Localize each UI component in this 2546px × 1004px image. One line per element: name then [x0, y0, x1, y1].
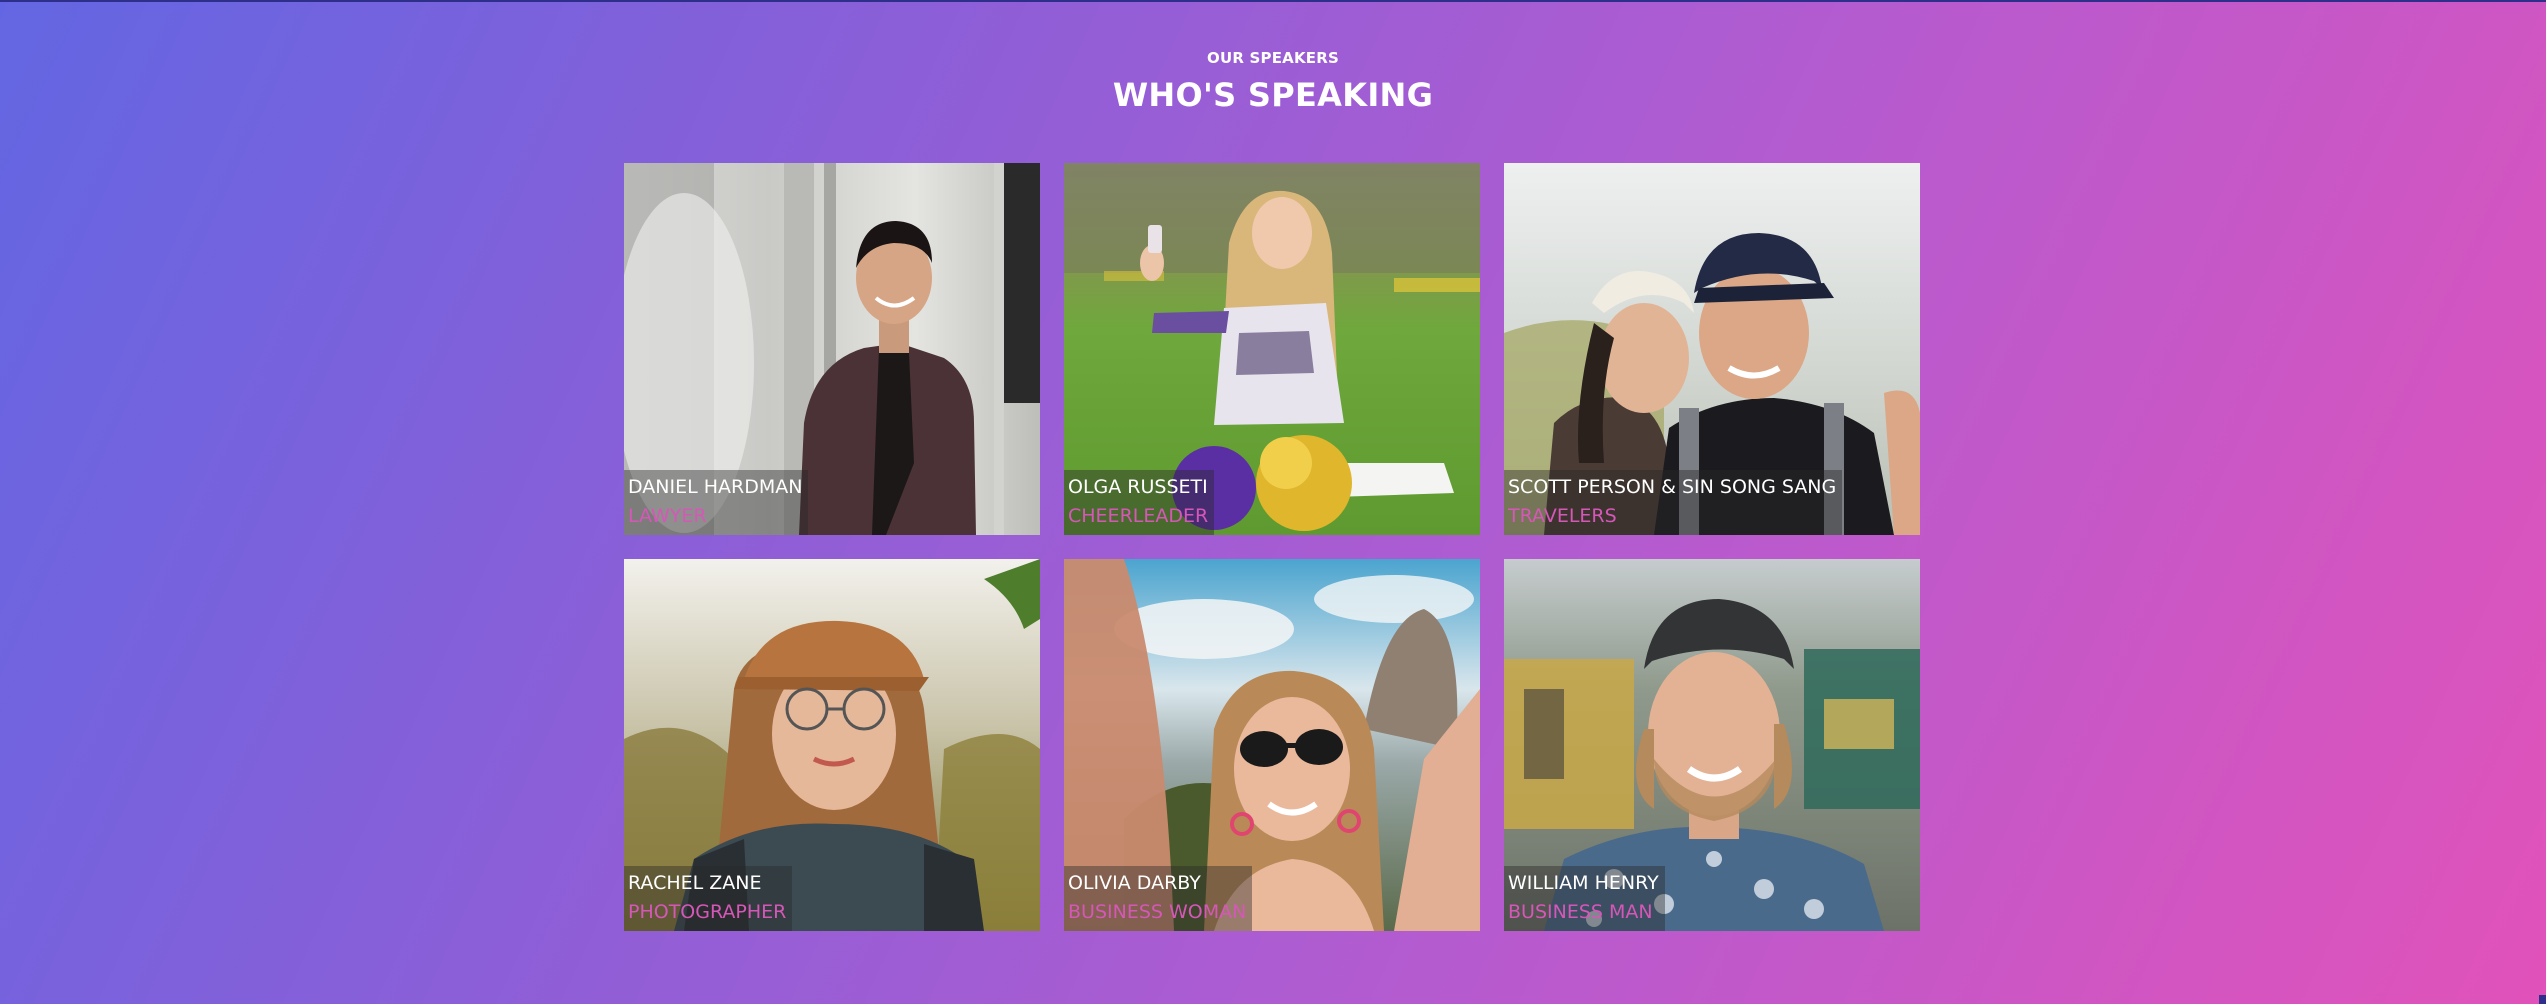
speaker-caption: OLIVIA DARBY BUSINESS WOMAN: [1064, 866, 1253, 931]
speaker-caption: SCOTT PERSON & SIN SONG SANG TRAVELERS: [1504, 470, 1843, 535]
speaker-card-olga-russeti[interactable]: OLGA RUSSETI CHEERLEADER: [1064, 163, 1480, 535]
speaker-name: SCOTT PERSON & SIN SONG SANG: [1508, 476, 1837, 498]
speaker-name: WILLIAM HENRY: [1508, 872, 1659, 894]
speaker-caption: WILLIAM HENRY BUSINESS MAN: [1504, 866, 1665, 931]
speakers-page: OUR SPEAKERS WHO'S SPEAKING DANIEL HARDM…: [0, 0, 2546, 1004]
section-eyebrow: OUR SPEAKERS: [1207, 49, 1339, 67]
speaker-role: BUSINESS WOMAN: [1068, 901, 1247, 923]
speaker-card-scott-person-sin-song-sang[interactable]: SCOTT PERSON & SIN SONG SANG TRAVELERS: [1504, 163, 1920, 535]
speaker-card-william-henry[interactable]: WILLIAM HENRY BUSINESS MAN: [1504, 559, 1920, 931]
speaker-role: PHOTOGRAPHER: [628, 901, 787, 923]
speaker-name: OLGA RUSSETI: [1068, 476, 1208, 498]
speaker-role: CHEERLEADER: [1068, 505, 1209, 527]
speaker-name: DANIEL HARDMAN: [628, 476, 803, 498]
section-title: WHO'S SPEAKING: [1112, 76, 1434, 114]
corner-marker: [2539, 995, 2546, 1004]
speaker-caption: DANIEL HARDMAN LAWYER: [624, 470, 809, 535]
speaker-role: LAWYER: [628, 505, 707, 527]
speaker-role: TRAVELERS: [1508, 505, 1617, 527]
top-border: [0, 0, 2546, 2]
speaker-card-daniel-hardman[interactable]: DANIEL HARDMAN LAWYER: [624, 163, 1040, 535]
speaker-name: RACHEL ZANE: [628, 872, 762, 894]
speaker-caption: RACHEL ZANE PHOTOGRAPHER: [624, 866, 793, 931]
speaker-card-rachel-zane[interactable]: RACHEL ZANE PHOTOGRAPHER: [624, 559, 1040, 931]
speaker-role: BUSINESS MAN: [1508, 901, 1653, 923]
speaker-name: OLIVIA DARBY: [1068, 872, 1201, 894]
speaker-caption: OLGA RUSSETI CHEERLEADER: [1064, 470, 1215, 535]
speaker-card-olivia-darby[interactable]: OLIVIA DARBY BUSINESS WOMAN: [1064, 559, 1480, 931]
